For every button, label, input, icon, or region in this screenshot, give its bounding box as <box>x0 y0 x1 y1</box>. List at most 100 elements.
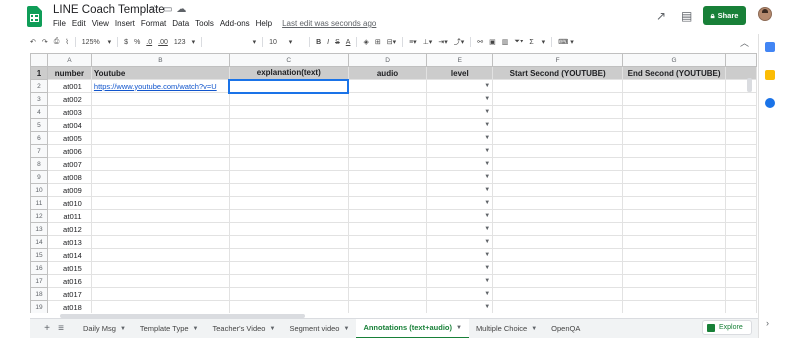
cell-end-second[interactable] <box>622 170 727 184</box>
sheet-tab[interactable]: Template Type ▼ <box>133 319 206 338</box>
header-cell-explanation[interactable]: explanation(text) <box>228 66 349 80</box>
selected-cell[interactable] <box>228 78 350 94</box>
insert-link-icon[interactable]: ⚯ <box>477 38 483 46</box>
zoom-select[interactable]: 125% ▾ <box>82 38 111 46</box>
cell-blank[interactable] <box>725 300 757 313</box>
cell-youtube[interactable] <box>90 209 230 223</box>
cell-blank[interactable] <box>725 274 757 288</box>
row-header[interactable]: 15 <box>30 248 48 262</box>
cell-youtube[interactable] <box>90 92 230 106</box>
cell-audio[interactable] <box>347 131 428 145</box>
vertical-align-icon[interactable]: ⊥▾ <box>423 38 433 46</box>
menu-format[interactable]: Format <box>141 19 166 28</box>
cell-number[interactable]: at010 <box>46 196 92 210</box>
cell-youtube[interactable] <box>90 261 230 275</box>
comment-icon[interactable]: ▤ <box>681 9 692 23</box>
sheet-tab[interactable]: Segment video ▼ <box>282 319 356 338</box>
cell-audio[interactable] <box>347 144 428 158</box>
cell-number[interactable]: at003 <box>46 105 92 119</box>
cell-end-second[interactable] <box>622 79 727 93</box>
cell-explanation[interactable] <box>228 131 349 145</box>
cell-end-second[interactable] <box>622 92 727 106</box>
cell-number[interactable]: at012 <box>46 222 92 236</box>
merge-cells-icon[interactable]: ⊟▾ <box>387 38 396 46</box>
level-dropdown[interactable]: ▼ <box>426 170 494 184</box>
cell-youtube[interactable] <box>90 131 230 145</box>
cell-explanation[interactable] <box>228 157 349 171</box>
cell-end-second[interactable] <box>622 261 727 275</box>
menu-insert[interactable]: Insert <box>115 19 135 28</box>
last-edit-link[interactable]: Last edit was seconds ago <box>282 19 376 28</box>
cell-blank[interactable] <box>725 105 757 119</box>
sheet-tab[interactable]: Daily Msg ▼ <box>76 319 133 338</box>
level-dropdown[interactable]: ▼ <box>426 157 494 171</box>
menu-tools[interactable]: Tools <box>195 19 214 28</box>
cell-explanation[interactable] <box>228 105 349 119</box>
cell-start-second[interactable] <box>492 248 624 262</box>
menu-addons[interactable]: Add-ons <box>220 19 250 28</box>
column-header-d[interactable]: D <box>347 53 428 67</box>
row-header[interactable]: 11 <box>30 196 48 210</box>
column-header-b[interactable]: B <box>90 53 230 67</box>
cell-end-second[interactable] <box>622 157 727 171</box>
cell-blank[interactable] <box>725 261 757 275</box>
cell-blank[interactable] <box>725 222 757 236</box>
cell-start-second[interactable] <box>492 196 624 210</box>
header-cell-number[interactable]: number <box>46 66 92 80</box>
cell-audio[interactable] <box>347 209 428 223</box>
row-header[interactable]: 17 <box>30 274 48 288</box>
cell-audio[interactable] <box>347 170 428 184</box>
cell-end-second[interactable] <box>622 235 727 249</box>
functions-button[interactable]: Σ ▾ <box>529 38 545 46</box>
cell-number[interactable]: at009 <box>46 183 92 197</box>
cell-start-second[interactable] <box>492 92 624 106</box>
cell-blank[interactable] <box>725 248 757 262</box>
row-header[interactable]: 1 <box>30 66 48 80</box>
decrease-decimals-button[interactable]: .0 <box>146 39 152 46</box>
cell-start-second[interactable] <box>492 287 624 301</box>
cell-blank[interactable] <box>725 287 757 301</box>
cell-audio[interactable] <box>347 105 428 119</box>
tab-menu-caret-icon[interactable]: ▼ <box>120 326 126 332</box>
cell-number[interactable]: at014 <box>46 248 92 262</box>
cell-blank[interactable] <box>725 209 757 223</box>
font-select[interactable]: ▾ <box>208 38 257 46</box>
expand-panel-icon[interactable]: › <box>766 318 769 328</box>
header-cell-youtube[interactable]: Youtube <box>90 66 230 80</box>
level-dropdown[interactable]: ▼ <box>426 196 494 210</box>
cell-start-second[interactable] <box>492 131 624 145</box>
print-icon[interactable]: ⎙ <box>54 38 60 46</box>
cell-end-second[interactable] <box>622 248 727 262</box>
cell-blank[interactable] <box>725 144 757 158</box>
row-header[interactable]: 7 <box>30 144 48 158</box>
cell-youtube[interactable] <box>90 300 230 313</box>
menu-view[interactable]: View <box>92 19 109 28</box>
cell-youtube[interactable] <box>90 170 230 184</box>
percent-format-button[interactable]: % <box>134 39 140 46</box>
cell-explanation[interactable] <box>228 235 349 249</box>
cell-youtube[interactable] <box>90 235 230 249</box>
cell-explanation[interactable] <box>228 118 349 132</box>
cell-explanation[interactable] <box>228 261 349 275</box>
level-dropdown[interactable]: ▼ <box>426 274 494 288</box>
level-dropdown[interactable]: ▼ <box>426 144 494 158</box>
text-wrap-icon[interactable]: ⇥▾ <box>438 38 447 46</box>
tab-menu-caret-icon[interactable]: ▼ <box>456 325 462 331</box>
cell-start-second[interactable] <box>492 300 624 313</box>
cell-start-second[interactable] <box>492 157 624 171</box>
cell-youtube[interactable] <box>90 118 230 132</box>
cell-number[interactable]: at017 <box>46 287 92 301</box>
cell-blank[interactable] <box>725 92 757 106</box>
cell-blank[interactable] <box>725 183 757 197</box>
cell-number[interactable]: at013 <box>46 235 92 249</box>
level-dropdown[interactable]: ▼ <box>426 118 494 132</box>
cell-end-second[interactable] <box>622 196 727 210</box>
level-dropdown[interactable]: ▼ <box>426 183 494 197</box>
cell-youtube[interactable] <box>90 248 230 262</box>
cell-start-second[interactable] <box>492 79 624 93</box>
row-header[interactable]: 2 <box>30 79 48 93</box>
sheets-logo-icon[interactable] <box>27 6 42 27</box>
italic-button[interactable]: I <box>327 39 329 46</box>
cell-audio[interactable] <box>347 261 428 275</box>
column-header-f[interactable]: F <box>492 53 624 67</box>
